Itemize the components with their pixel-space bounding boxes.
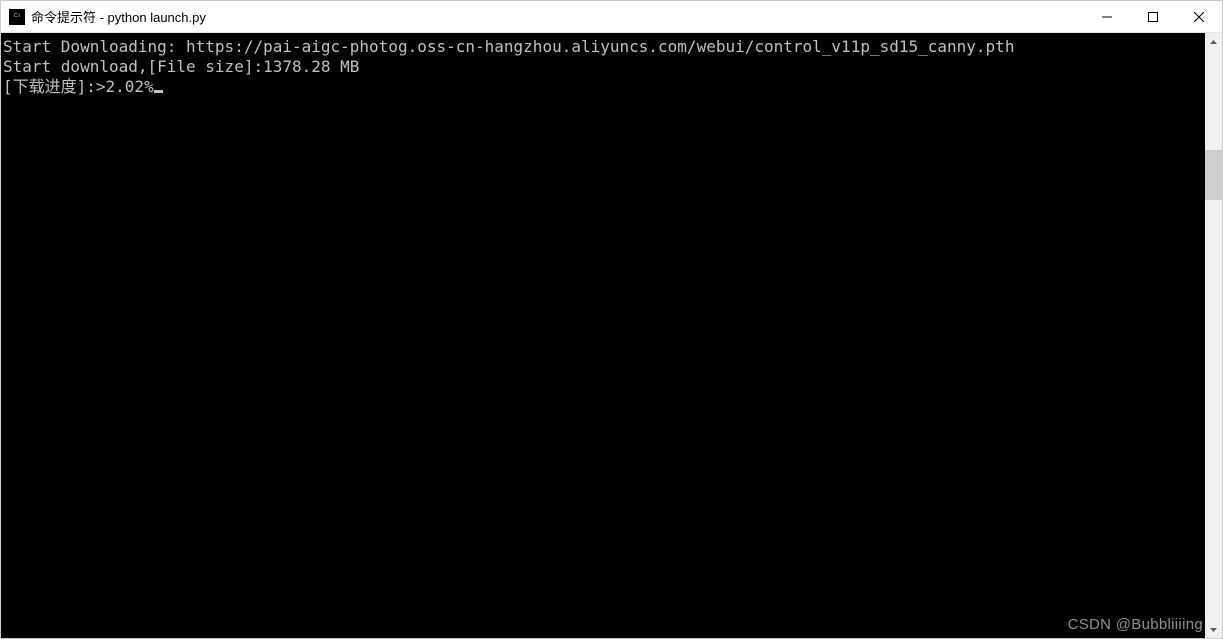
scrollbar-track[interactable]	[1205, 50, 1222, 621]
maximize-button[interactable]	[1130, 1, 1176, 32]
vertical-scrollbar[interactable]	[1205, 33, 1222, 638]
terminal-line: [下载进度]:>2.02%	[3, 77, 1205, 97]
window-controls	[1084, 1, 1222, 32]
scroll-up-button[interactable]	[1205, 33, 1222, 50]
terminal-output[interactable]: Start Downloading: https://pai-aigc-phot…	[1, 33, 1205, 638]
window-title: 命令提示符 - python launch.py	[31, 7, 206, 26]
terminal-line: Start Downloading: https://pai-aigc-phot…	[3, 37, 1205, 57]
chevron-down-icon	[1210, 628, 1217, 632]
terminal-area: Start Downloading: https://pai-aigc-phot…	[1, 33, 1222, 638]
minimize-icon	[1102, 12, 1112, 22]
scrollbar-thumb[interactable]	[1205, 150, 1222, 200]
progress-text: [下载进度]:>2.02%	[3, 77, 154, 96]
chevron-up-icon	[1210, 40, 1217, 44]
minimize-button[interactable]	[1084, 1, 1130, 32]
watermark: CSDN @Bubbliiiing	[1068, 616, 1203, 633]
terminal-line: Start download,[File size]:1378.28 MB	[3, 57, 1205, 77]
cmd-icon: C:\	[9, 9, 25, 25]
cursor	[154, 90, 163, 93]
close-icon	[1194, 12, 1204, 22]
close-button[interactable]	[1176, 1, 1222, 32]
command-prompt-window: C:\ 命令提示符 - python launch.py Start Downl…	[0, 0, 1223, 639]
maximize-icon	[1148, 12, 1158, 22]
titlebar[interactable]: C:\ 命令提示符 - python launch.py	[1, 1, 1222, 33]
scroll-down-button[interactable]	[1205, 621, 1222, 638]
